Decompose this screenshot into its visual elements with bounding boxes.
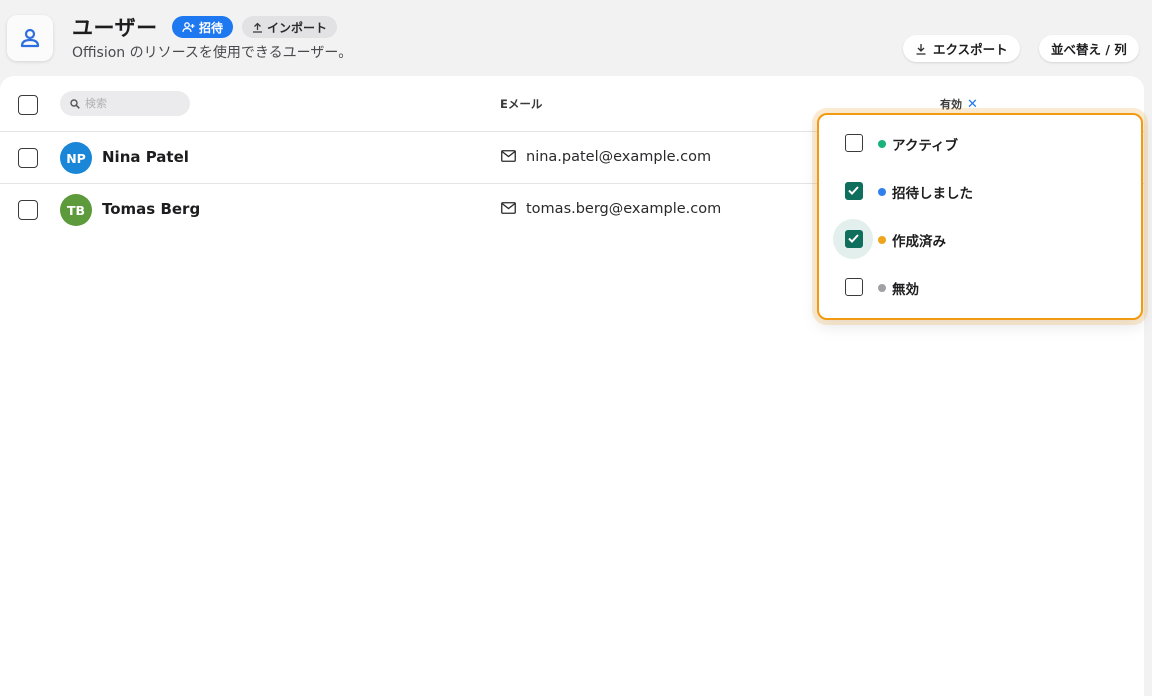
- search-input[interactable]: [85, 97, 180, 110]
- import-label: インポート: [267, 20, 328, 35]
- filter-checkbox[interactable]: [845, 278, 863, 296]
- row-checkbox[interactable]: [18, 200, 38, 220]
- export-label: エクスポート: [933, 42, 1008, 57]
- download-icon: [916, 43, 926, 55]
- search-icon: [70, 98, 80, 109]
- filter-checkbox[interactable]: [845, 230, 863, 248]
- column-header-active[interactable]: 有効 ✕: [940, 96, 978, 112]
- filter-option-invited[interactable]: 招待しました: [819, 172, 1141, 212]
- avatar: TB: [60, 194, 92, 226]
- filter-option-label: 無効: [892, 282, 919, 298]
- filter-checkbox[interactable]: [845, 134, 863, 152]
- add-user-icon: [182, 21, 195, 32]
- search-box[interactable]: [60, 91, 190, 116]
- filter-checkbox[interactable]: [845, 182, 863, 200]
- select-all-checkbox[interactable]: [18, 95, 38, 115]
- sort-columns-button[interactable]: 並べ替え / 列: [1039, 35, 1139, 62]
- status-dot: [878, 188, 886, 196]
- export-button[interactable]: エクスポート: [903, 35, 1020, 62]
- status-dot: [878, 284, 886, 292]
- app-icon: [7, 15, 53, 61]
- checkmark-icon: [848, 186, 859, 195]
- avatar: NP: [60, 142, 92, 174]
- filter-option-label: 作成済み: [892, 234, 946, 250]
- user-name[interactable]: Tomas Berg: [102, 200, 200, 218]
- filter-option-label: 招待しました: [892, 186, 973, 202]
- checkmark-icon: [848, 234, 859, 243]
- filter-option-disabled[interactable]: 無効: [819, 268, 1141, 308]
- user-email: tomas.berg@example.com: [526, 201, 722, 217]
- mail-icon: [501, 150, 516, 162]
- upload-icon: [253, 22, 262, 33]
- status-dot: [878, 236, 886, 244]
- invite-label: 招待: [199, 20, 224, 35]
- filter-option-created[interactable]: 作成済み: [819, 219, 1141, 260]
- user-email: nina.patel@example.com: [526, 149, 712, 165]
- status-filter-menu: アクティブ 招待しました 作成済み 無効: [817, 113, 1143, 320]
- filter-option-label: アクティブ: [892, 138, 959, 154]
- close-icon[interactable]: ✕: [967, 97, 978, 112]
- invite-button[interactable]: 招待: [172, 16, 234, 38]
- page-title: ユーザー: [72, 16, 158, 40]
- import-button[interactable]: インポート: [242, 16, 338, 38]
- sort-columns-label: 並べ替え / 列: [1051, 42, 1127, 57]
- filter-option-active[interactable]: アクティブ: [819, 124, 1141, 164]
- column-header-active-label: 有効: [940, 98, 962, 111]
- mail-icon: [501, 202, 516, 214]
- row-checkbox[interactable]: [18, 148, 38, 168]
- user-icon: [20, 28, 40, 48]
- user-name[interactable]: Nina Patel: [102, 148, 189, 166]
- page-subtitle: Offision のリソースを使用できるユーザー。: [72, 45, 353, 61]
- column-header-email[interactable]: Eメール: [500, 96, 542, 112]
- status-dot: [878, 140, 886, 148]
